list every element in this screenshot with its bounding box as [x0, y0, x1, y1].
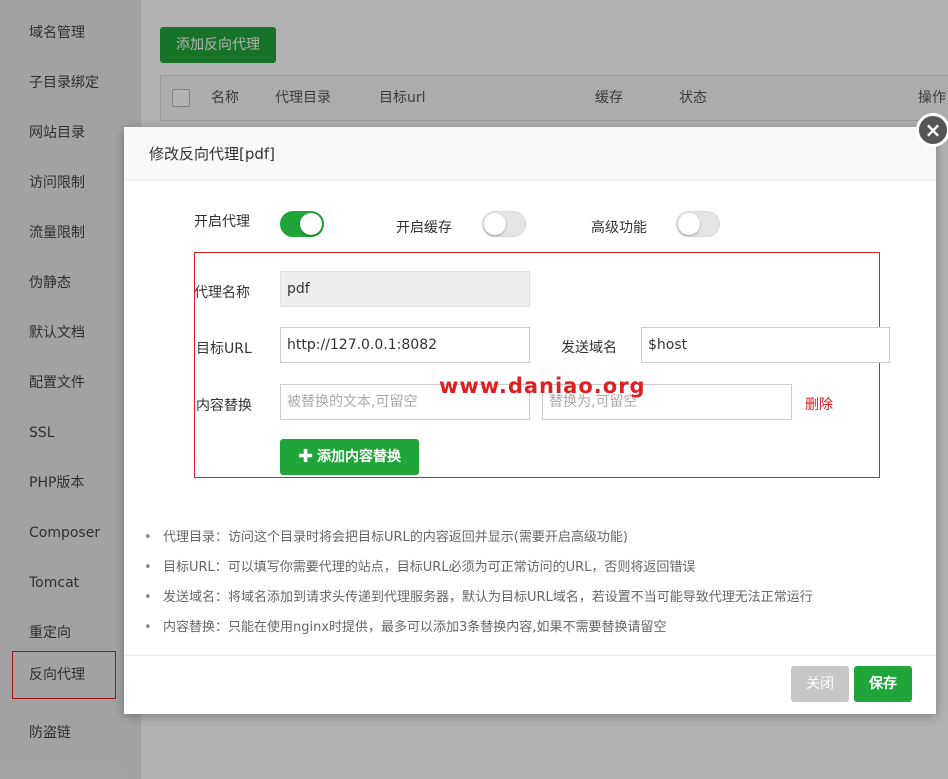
proxy-name-label: 代理名称 — [194, 285, 250, 301]
dialog-footer: 关闭 保存 — [124, 655, 936, 714]
content-replace-label: 内容替换 — [196, 398, 252, 414]
toggle-knob — [678, 213, 700, 235]
watermark: www.daniao.org — [439, 374, 646, 398]
close-icon[interactable]: × — [916, 113, 948, 147]
edit-reverse-proxy-dialog: 修改反向代理[pdf] 开启代理 开启缓存 高级功能 代理名称 目标URL 发送… — [124, 127, 936, 714]
delete-replace-link[interactable]: 删除 — [805, 394, 833, 414]
tip-item: 内容替换：只能在使用nginx时提供，最多可以添加3条替换内容,如果不需要替换请… — [144, 613, 934, 643]
help-tips: 代理目录：访问这个目录时将会把目标URL的内容返回并显示(需要开启高级功能) 目… — [144, 523, 934, 643]
save-button[interactable]: 保存 — [854, 666, 912, 702]
send-domain-label: 发送域名 — [561, 340, 617, 356]
advanced-features-label: 高级功能 — [591, 220, 647, 236]
tip-item: 发送域名：将域名添加到请求头传递到代理服务器，默认为目标URL域名，若设置不当可… — [144, 583, 934, 613]
tip-item: 代理目录：访问这个目录时将会把目标URL的内容返回并显示(需要开启高级功能) — [144, 523, 934, 553]
toggle-knob — [484, 213, 506, 235]
enable-cache-toggle[interactable] — [482, 211, 526, 237]
proxy-name-input[interactable] — [280, 271, 530, 307]
send-domain-input[interactable] — [641, 327, 890, 363]
enable-cache-label: 开启缓存 — [396, 220, 452, 236]
target-url-label: 目标URL — [196, 341, 252, 357]
plus-icon: ✚ — [297, 446, 314, 467]
dialog-title: 修改反向代理[pdf] — [124, 127, 936, 181]
close-button[interactable]: 关闭 — [791, 666, 849, 702]
add-content-replace-button[interactable]: ✚ 添加内容替换 — [280, 439, 419, 475]
target-url-input[interactable] — [280, 327, 530, 363]
tip-item: 目标URL：可以填写你需要代理的站点，目标URL必须为可正常访问的URL，否则将… — [144, 553, 934, 583]
advanced-features-toggle[interactable] — [676, 211, 720, 237]
add-content-replace-label: 添加内容替换 — [317, 449, 402, 465]
enable-proxy-label: 开启代理 — [194, 214, 250, 230]
enable-proxy-toggle[interactable] — [280, 211, 324, 237]
toggle-knob — [300, 213, 322, 235]
